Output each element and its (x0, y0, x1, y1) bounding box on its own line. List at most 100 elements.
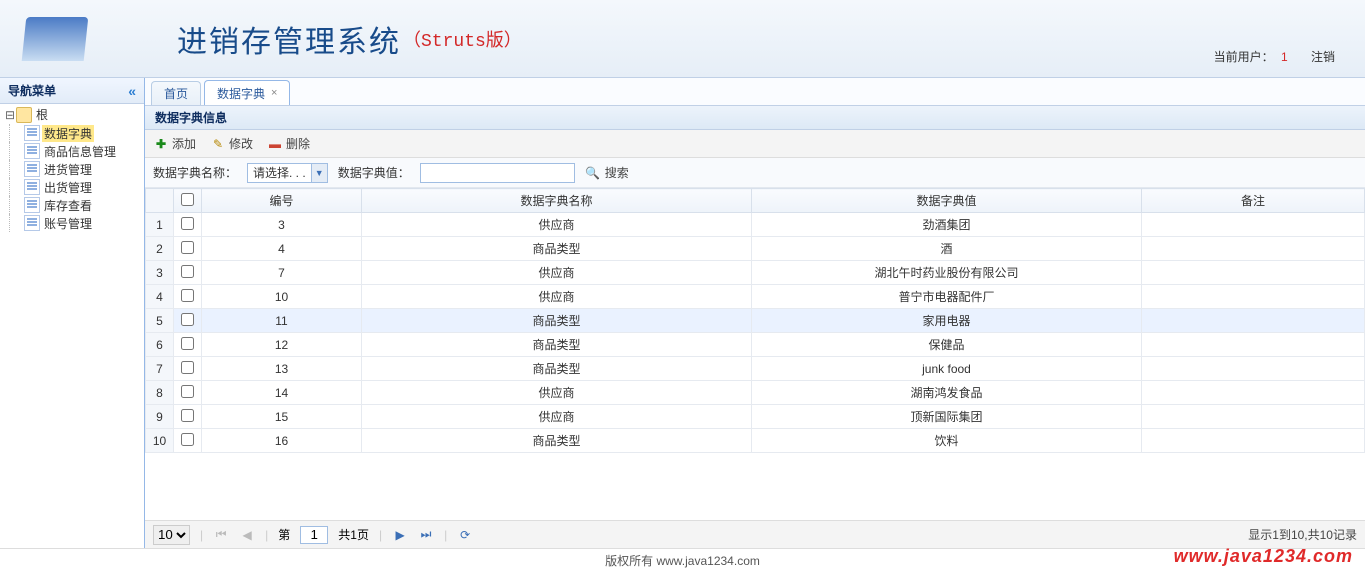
close-icon[interactable]: × (271, 87, 277, 99)
sidebar-item[interactable]: 出货管理 (9, 178, 144, 196)
checkbox-cell[interactable] (174, 381, 202, 405)
column-header[interactable]: 编号 (202, 189, 362, 213)
column-header[interactable]: 备注 (1142, 189, 1365, 213)
sidebar-item-label[interactable]: 进货管理 (42, 161, 94, 178)
sidebar-item[interactable]: 账号管理 (9, 214, 144, 232)
column-header[interactable]: 数据字典值 (752, 189, 1142, 213)
data-cell: 16 (202, 429, 362, 453)
table-row[interactable]: 24商品类型酒 (146, 237, 1365, 261)
tab[interactable]: 首页 (151, 81, 201, 105)
copyright: 版权所有 www.java1234.com (605, 554, 760, 568)
data-cell: 供应商 (362, 405, 752, 429)
table-row[interactable]: 410供应商普宁市电器配件厂 (146, 285, 1365, 309)
search-label: 搜索 (605, 164, 629, 181)
data-cell: 12 (202, 333, 362, 357)
data-cell: 供应商 (362, 261, 752, 285)
row-checkbox[interactable] (181, 409, 194, 422)
sidebar-item[interactable]: 商品信息管理 (9, 142, 144, 160)
table-row[interactable]: 37供应商湖北午时药业股份有限公司 (146, 261, 1365, 285)
row-checkbox[interactable] (181, 385, 194, 398)
data-cell: 供应商 (362, 285, 752, 309)
data-cell: 劲酒集团 (752, 213, 1142, 237)
select-all-checkbox[interactable] (181, 193, 194, 206)
table-row[interactable]: 1016商品类型饮料 (146, 429, 1365, 453)
row-checkbox[interactable] (181, 337, 194, 350)
page-icon (24, 215, 40, 231)
data-cell (1142, 285, 1365, 309)
sidebar-item-label[interactable]: 库存查看 (42, 197, 94, 214)
checkbox-cell[interactable] (174, 285, 202, 309)
sidebar-item-label[interactable]: 账号管理 (42, 215, 94, 232)
data-cell (1142, 381, 1365, 405)
filter-name-combo[interactable]: 请选择. . . ▼ (247, 163, 328, 183)
row-checkbox[interactable] (181, 289, 194, 302)
page-number-input[interactable] (300, 526, 328, 544)
table-row[interactable]: 814供应商湖南鸿发食品 (146, 381, 1365, 405)
data-cell: 湖北午时药业股份有限公司 (752, 261, 1142, 285)
checkbox-cell[interactable] (174, 357, 202, 381)
row-number-cell: 6 (146, 333, 174, 357)
table-row[interactable]: 713商品类型junk food (146, 357, 1365, 381)
sidebar-item-label[interactable]: 出货管理 (42, 179, 94, 196)
folder-icon (16, 107, 32, 123)
checkbox-header[interactable] (174, 189, 202, 213)
tab[interactable]: 数据字典× (204, 80, 290, 105)
row-checkbox[interactable] (181, 313, 194, 326)
add-button[interactable]: ✚ 添加 (153, 135, 196, 152)
delete-button[interactable]: ▬ 删除 (267, 135, 310, 152)
sidebar-item[interactable]: 数据字典 (9, 124, 144, 142)
panel-header: 数据字典信息 (145, 106, 1365, 130)
row-number-cell: 8 (146, 381, 174, 405)
tree-root[interactable]: ⊟ 根 (0, 106, 144, 124)
data-cell (1142, 429, 1365, 453)
collapse-icon[interactable]: « (128, 83, 136, 99)
last-page-icon[interactable]: ⏭ (418, 527, 434, 542)
table-row[interactable]: 13供应商劲酒集团 (146, 213, 1365, 237)
checkbox-cell[interactable] (174, 237, 202, 261)
table-row[interactable]: 915供应商顶新国际集团 (146, 405, 1365, 429)
first-page-icon[interactable]: ⏮ (213, 527, 229, 542)
search-button[interactable]: 🔍 搜索 (585, 164, 629, 181)
checkbox-cell[interactable] (174, 405, 202, 429)
data-cell (1142, 333, 1365, 357)
checkbox-cell[interactable] (174, 429, 202, 453)
checkbox-cell[interactable] (174, 261, 202, 285)
data-cell: 保健品 (752, 333, 1142, 357)
sidebar-item[interactable]: 进货管理 (9, 160, 144, 178)
row-checkbox[interactable] (181, 241, 194, 254)
row-checkbox[interactable] (181, 217, 194, 230)
app-subtitle: （Struts版） (403, 26, 522, 52)
pager-info: 显示1到10,共10记录 (1248, 526, 1357, 543)
page-size-select[interactable]: 10 (153, 525, 190, 545)
data-cell (1142, 309, 1365, 333)
row-checkbox[interactable] (181, 265, 194, 278)
chevron-down-icon[interactable]: ▼ (311, 164, 327, 182)
row-checkbox[interactable] (181, 433, 194, 446)
checkbox-cell[interactable] (174, 213, 202, 237)
sidebar-item-label[interactable]: 数据字典 (42, 125, 94, 142)
table-row[interactable]: 612商品类型保健品 (146, 333, 1365, 357)
checkbox-cell[interactable] (174, 333, 202, 357)
edit-button[interactable]: ✎ 修改 (210, 135, 253, 152)
total-pages-label: 共1页 (338, 526, 369, 543)
add-label: 添加 (172, 135, 196, 152)
next-page-icon[interactable]: ▶ (392, 528, 408, 542)
expander-icon[interactable]: ⊟ (4, 106, 16, 124)
refresh-icon[interactable]: ⟳ (457, 528, 473, 542)
prev-page-icon[interactable]: ◀ (239, 528, 255, 542)
table-row[interactable]: 511商品类型家用电器 (146, 309, 1365, 333)
plus-icon: ✚ (153, 136, 169, 152)
logout-link[interactable]: 注销 (1311, 50, 1335, 64)
data-cell: 普宁市电器配件厂 (752, 285, 1142, 309)
data-cell: 11 (202, 309, 362, 333)
checkbox-cell[interactable] (174, 309, 202, 333)
filter-value-input[interactable] (420, 163, 575, 183)
tree-root-label[interactable]: 根 (34, 106, 50, 124)
sidebar-item-label[interactable]: 商品信息管理 (42, 143, 118, 160)
row-checkbox[interactable] (181, 361, 194, 374)
watermark: www.java1234.com (1174, 544, 1353, 569)
column-header[interactable]: 数据字典名称 (362, 189, 752, 213)
sidebar-item[interactable]: 库存查看 (9, 196, 144, 214)
page-icon (24, 143, 40, 159)
data-cell: 供应商 (362, 381, 752, 405)
